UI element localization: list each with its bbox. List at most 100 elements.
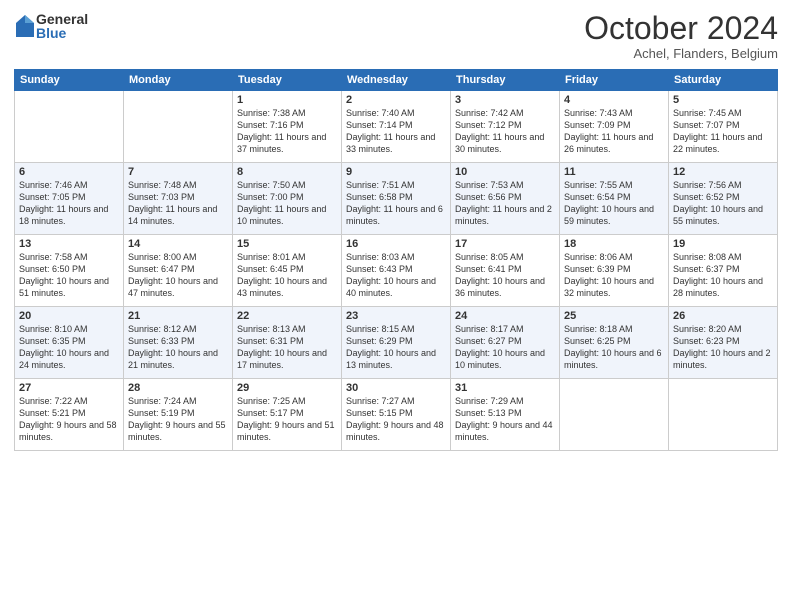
day-cell: 10Sunrise: 7:53 AMSunset: 6:56 PMDayligh… (451, 163, 560, 235)
cell-line: Sunrise: 7:22 AM (19, 395, 119, 407)
day-cell: 20Sunrise: 8:10 AMSunset: 6:35 PMDayligh… (15, 307, 124, 379)
cell-line: Sunset: 6:27 PM (455, 335, 555, 347)
day-cell: 24Sunrise: 8:17 AMSunset: 6:27 PMDayligh… (451, 307, 560, 379)
cell-line: Sunset: 6:37 PM (673, 263, 773, 275)
cell-line: Daylight: 10 hours and 36 minutes. (455, 275, 555, 299)
day-cell: 19Sunrise: 8:08 AMSunset: 6:37 PMDayligh… (669, 235, 778, 307)
day-cell: 30Sunrise: 7:27 AMSunset: 5:15 PMDayligh… (342, 379, 451, 451)
header-cell-wednesday: Wednesday (342, 70, 451, 91)
cell-line: Sunset: 6:47 PM (128, 263, 228, 275)
cell-line: Sunset: 6:39 PM (564, 263, 664, 275)
day-number: 2 (346, 94, 446, 106)
day-cell: 22Sunrise: 8:13 AMSunset: 6:31 PMDayligh… (233, 307, 342, 379)
logo-text: General Blue (36, 12, 88, 40)
cell-line: Daylight: 10 hours and 32 minutes. (564, 275, 664, 299)
cell-line: Sunrise: 8:06 AM (564, 251, 664, 263)
cell-line: Daylight: 10 hours and 21 minutes. (128, 347, 228, 371)
cell-line: Sunrise: 7:29 AM (455, 395, 555, 407)
cell-line: Sunset: 5:13 PM (455, 407, 555, 419)
cell-line: Sunrise: 7:45 AM (673, 107, 773, 119)
cell-line: Daylight: 10 hours and 13 minutes. (346, 347, 446, 371)
cell-line: Daylight: 10 hours and 47 minutes. (128, 275, 228, 299)
cell-line: Sunset: 7:03 PM (128, 191, 228, 203)
cell-line: Sunset: 6:23 PM (673, 335, 773, 347)
day-cell: 2Sunrise: 7:40 AMSunset: 7:14 PMDaylight… (342, 91, 451, 163)
cell-line: Sunrise: 7:27 AM (346, 395, 446, 407)
cell-line: Sunrise: 7:38 AM (237, 107, 337, 119)
logo-icon (16, 15, 34, 37)
week-row-0: 1Sunrise: 7:38 AMSunset: 7:16 PMDaylight… (15, 91, 778, 163)
day-cell: 15Sunrise: 8:01 AMSunset: 6:45 PMDayligh… (233, 235, 342, 307)
cell-line: Sunset: 6:45 PM (237, 263, 337, 275)
cell-line: Sunset: 6:58 PM (346, 191, 446, 203)
cell-line: Sunrise: 8:12 AM (128, 323, 228, 335)
cell-line: Sunset: 7:09 PM (564, 119, 664, 131)
day-number: 28 (128, 382, 228, 394)
cell-line: Sunrise: 7:25 AM (237, 395, 337, 407)
cell-line: Sunset: 6:31 PM (237, 335, 337, 347)
day-number: 22 (237, 310, 337, 322)
cell-line: Daylight: 9 hours and 51 minutes. (237, 419, 337, 443)
day-number: 11 (564, 166, 664, 178)
cell-line: Sunrise: 8:13 AM (237, 323, 337, 335)
cell-line: Daylight: 10 hours and 17 minutes. (237, 347, 337, 371)
cell-line: Sunset: 7:14 PM (346, 119, 446, 131)
day-cell: 21Sunrise: 8:12 AMSunset: 6:33 PMDayligh… (124, 307, 233, 379)
cell-line: Daylight: 9 hours and 44 minutes. (455, 419, 555, 443)
cell-line: Sunset: 6:41 PM (455, 263, 555, 275)
day-number: 7 (128, 166, 228, 178)
cell-line: Sunrise: 7:56 AM (673, 179, 773, 191)
day-number: 16 (346, 238, 446, 250)
cell-line: Daylight: 9 hours and 58 minutes. (19, 419, 119, 443)
cell-line: Sunset: 6:56 PM (455, 191, 555, 203)
day-cell: 1Sunrise: 7:38 AMSunset: 7:16 PMDaylight… (233, 91, 342, 163)
cell-line: Sunrise: 7:24 AM (128, 395, 228, 407)
logo-general: General (36, 12, 88, 26)
day-number: 14 (128, 238, 228, 250)
cell-line: Sunset: 6:54 PM (564, 191, 664, 203)
day-cell: 31Sunrise: 7:29 AMSunset: 5:13 PMDayligh… (451, 379, 560, 451)
cell-line: Sunrise: 8:15 AM (346, 323, 446, 335)
day-cell: 5Sunrise: 7:45 AMSunset: 7:07 PMDaylight… (669, 91, 778, 163)
day-number: 10 (455, 166, 555, 178)
cell-line: Sunrise: 8:00 AM (128, 251, 228, 263)
cell-line: Sunset: 7:16 PM (237, 119, 337, 131)
day-number: 12 (673, 166, 773, 178)
cell-line: Sunrise: 7:51 AM (346, 179, 446, 191)
logo-blue: Blue (36, 26, 88, 40)
cell-line: Daylight: 11 hours and 26 minutes. (564, 131, 664, 155)
cell-line: Sunrise: 7:53 AM (455, 179, 555, 191)
day-number: 31 (455, 382, 555, 394)
cell-line: Sunset: 6:43 PM (346, 263, 446, 275)
cell-line: Sunset: 6:50 PM (19, 263, 119, 275)
cell-line: Sunrise: 8:10 AM (19, 323, 119, 335)
day-number: 8 (237, 166, 337, 178)
cell-line: Daylight: 10 hours and 2 minutes. (673, 347, 773, 371)
day-cell: 16Sunrise: 8:03 AMSunset: 6:43 PMDayligh… (342, 235, 451, 307)
header-cell-monday: Monday (124, 70, 233, 91)
cell-line: Daylight: 10 hours and 6 minutes. (564, 347, 664, 371)
cell-line: Daylight: 9 hours and 55 minutes. (128, 419, 228, 443)
cell-line: Sunrise: 7:46 AM (19, 179, 119, 191)
cell-line: Sunrise: 8:05 AM (455, 251, 555, 263)
day-number: 3 (455, 94, 555, 106)
calendar-table: SundayMondayTuesdayWednesdayThursdayFrid… (14, 69, 778, 451)
cell-line: Sunrise: 8:08 AM (673, 251, 773, 263)
cell-line: Daylight: 10 hours and 55 minutes. (673, 203, 773, 227)
day-cell: 14Sunrise: 8:00 AMSunset: 6:47 PMDayligh… (124, 235, 233, 307)
month-title: October 2024 (584, 12, 778, 44)
day-cell (124, 91, 233, 163)
day-number: 13 (19, 238, 119, 250)
day-number: 6 (19, 166, 119, 178)
day-number: 26 (673, 310, 773, 322)
week-row-1: 6Sunrise: 7:46 AMSunset: 7:05 PMDaylight… (15, 163, 778, 235)
cell-line: Daylight: 11 hours and 18 minutes. (19, 203, 119, 227)
cell-line: Daylight: 11 hours and 6 minutes. (346, 203, 446, 227)
cell-line: Daylight: 9 hours and 48 minutes. (346, 419, 446, 443)
cell-line: Sunset: 5:19 PM (128, 407, 228, 419)
cell-line: Sunrise: 7:55 AM (564, 179, 664, 191)
day-number: 15 (237, 238, 337, 250)
cell-line: Daylight: 11 hours and 37 minutes. (237, 131, 337, 155)
cell-line: Sunset: 5:15 PM (346, 407, 446, 419)
cell-line: Sunrise: 7:50 AM (237, 179, 337, 191)
